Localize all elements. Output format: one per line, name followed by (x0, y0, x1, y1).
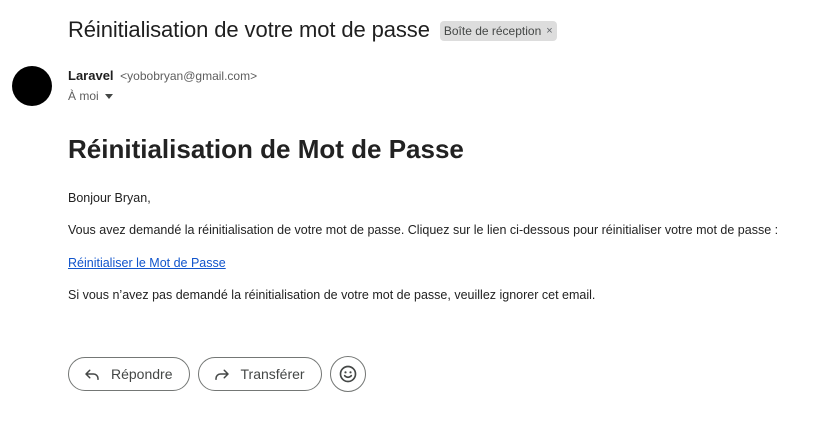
email-heading: Réinitialisation de Mot de Passe (68, 134, 464, 164)
inbox-label-text: Boîte de réception (443, 24, 542, 38)
remove-label-icon[interactable]: × (546, 25, 552, 37)
email-view: Réinitialisation de votre mot de passe B… (0, 0, 818, 440)
forward-icon (214, 369, 229, 380)
intro-text: Vous avez demandé la réinitialisation de… (68, 223, 779, 237)
action-bar: Répondre Transférer (68, 356, 366, 392)
subject-row: Réinitialisation de votre mot de passe B… (68, 17, 557, 43)
email-subject: Réinitialisation de votre mot de passe (68, 17, 430, 42)
outro-text: Si vous n’avez pas demandé la réinitiali… (68, 288, 596, 302)
reply-button[interactable]: Répondre (68, 357, 190, 391)
recipient-details-toggle[interactable]: À moi (68, 89, 113, 103)
reset-password-link[interactable]: Réinitialiser le Mot de Passe (68, 256, 226, 270)
emoji-reaction-button[interactable] (329, 356, 366, 392)
reply-label: Répondre (111, 366, 173, 382)
inbox-label-chip[interactable]: Boîte de réception × (439, 21, 557, 41)
recipient-text: À moi (68, 89, 99, 103)
sender-line: Laravel <yobobryan@gmail.com> (68, 68, 257, 83)
caret-down-icon[interactable] (104, 93, 113, 99)
sender-name[interactable]: Laravel (68, 68, 114, 83)
reply-icon (85, 369, 99, 380)
sender-avatar[interactable] (12, 66, 52, 106)
forward-button[interactable]: Transférer (197, 357, 322, 391)
forward-label: Transférer (240, 366, 305, 382)
email-body: Réinitialisation de Mot de Passe Bonjour… (68, 134, 818, 302)
emoji-smile-icon (339, 365, 356, 383)
greeting-text: Bonjour Bryan, (68, 191, 151, 205)
sender-email: <yobobryan@gmail.com> (120, 69, 258, 83)
